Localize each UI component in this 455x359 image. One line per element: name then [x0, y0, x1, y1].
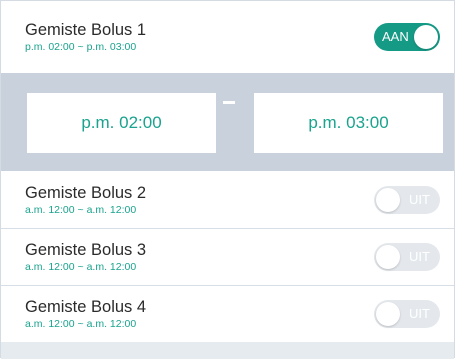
bolus-title: Gemiste Bolus 4	[25, 298, 147, 316]
bolus-row-2: Gemiste Bolus 2 a.m. 12:00 ~ a.m. 12:00 …	[1, 171, 454, 228]
bolus-row-2-text: Gemiste Bolus 2 a.m. 12:00 ~ a.m. 12:00	[25, 183, 374, 217]
toggle-knob	[376, 187, 400, 212]
bolus-title: Gemiste Bolus 3	[25, 241, 147, 259]
bolus-1-toggle[interactable]: AAN	[374, 23, 440, 51]
start-time-field[interactable]: p.m. 02:00	[27, 93, 216, 153]
toggle-knob	[376, 245, 400, 269]
bolus-time-range: a.m. 12:00 ~ a.m. 12:00	[25, 203, 137, 216]
bolus-title: Gemiste Bolus 1	[25, 21, 147, 39]
time-range-panel: p.m. 02:00 p.m. 03:00	[1, 73, 454, 171]
range-separator	[223, 101, 235, 104]
bolus-row-3: Gemiste Bolus 3 a.m. 12:00 ~ a.m. 12:00 …	[1, 229, 454, 285]
bolus-3-toggle[interactable]: UIT	[374, 243, 440, 271]
bolus-time-range: a.m. 12:00 ~ a.m. 12:00	[25, 261, 137, 273]
bolus-row-4-text: Gemiste Bolus 4 a.m. 12:00 ~ a.m. 12:00	[25, 297, 374, 331]
bolus-time-range: a.m. 12:00 ~ a.m. 12:00	[25, 318, 137, 330]
end-time-field[interactable]: p.m. 03:00	[254, 93, 443, 153]
toggle-knob	[414, 25, 438, 49]
bolus-row-1: Gemiste Bolus 1 p.m. 02:00 ~ p.m. 03:00 …	[1, 1, 454, 73]
toggle-label: UIT	[409, 249, 430, 264]
bolus-title: Gemiste Bolus 2	[25, 183, 147, 202]
bottom-strip	[1, 342, 454, 359]
bolus-4-toggle[interactable]: UIT	[374, 300, 440, 328]
bolus-time-range: p.m. 02:00 ~ p.m. 03:00	[25, 41, 137, 53]
toggle-label: AAN	[382, 29, 409, 44]
bolus-row-1-text: Gemiste Bolus 1 p.m. 02:00 ~ p.m. 03:00	[25, 20, 374, 54]
bolus-row-3-text: Gemiste Bolus 3 a.m. 12:00 ~ a.m. 12:00	[25, 240, 374, 274]
toggle-label: UIT	[409, 191, 430, 207]
toggle-label: UIT	[409, 306, 430, 321]
bolus-2-toggle[interactable]: UIT	[374, 185, 440, 214]
bolus-row-4: Gemiste Bolus 4 a.m. 12:00 ~ a.m. 12:00 …	[1, 286, 454, 342]
toggle-knob	[376, 302, 400, 326]
missed-bolus-screen: Gemiste Bolus 1 p.m. 02:00 ~ p.m. 03:00 …	[0, 0, 455, 359]
